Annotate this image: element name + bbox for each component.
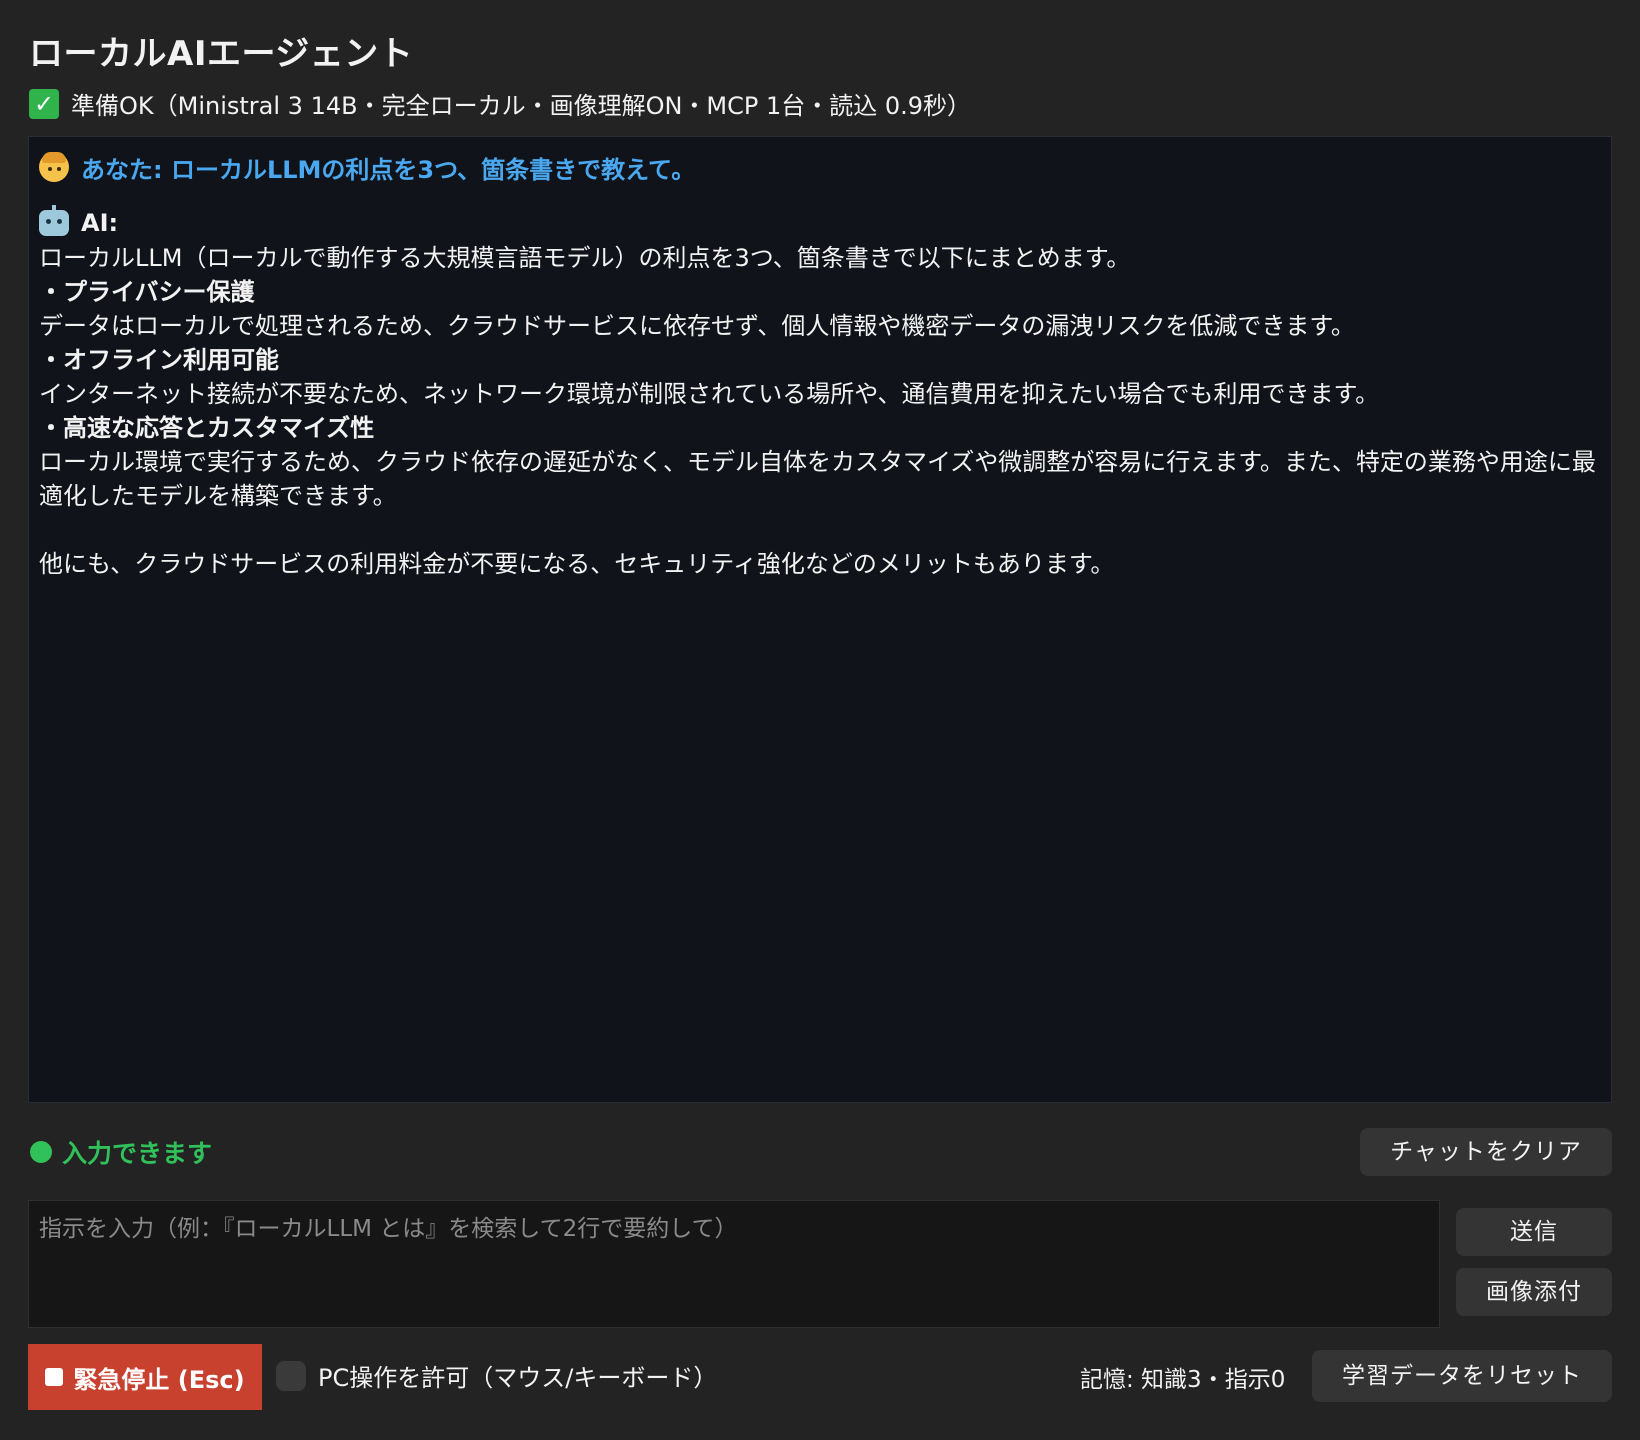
ai-point-heading: ・高速な応答とカスタマイズ性 xyxy=(39,414,375,442)
ai-speaker-label: AI: xyxy=(81,209,119,237)
ai-point-body: データはローカルで処理されるため、クラウドサービスに依存せず、個人情報や機密デー… xyxy=(39,312,1355,340)
user-message: あなた: ローカルLLMの利点を3つ、箇条書きで教えて。 xyxy=(39,147,1599,187)
pc-control-checkbox[interactable] xyxy=(276,1360,306,1391)
status-line: ✓ 準備OK（Ministral 3 14B・完全ローカル・画像理解ON・MCP… xyxy=(29,86,971,121)
ai-intro: ローカルLLM（ローカルで動作する大規模言語モデル）の利点を3つ、箇条書きで以下… xyxy=(39,244,1131,272)
send-button[interactable]: 送信 xyxy=(1456,1208,1612,1256)
check-icon: ✓ xyxy=(29,88,59,119)
reset-learning-button[interactable]: 学習データをリセット xyxy=(1312,1350,1612,1402)
pc-control-toggle[interactable]: PC操作を許可（マウス/キーボード） xyxy=(276,1358,717,1393)
robot-icon xyxy=(39,205,69,236)
app-title: ローカルAIエージェント xyxy=(29,34,414,74)
pc-control-label: PC操作を許可（マウス/キーボード） xyxy=(318,1364,718,1392)
memory-stats: 記憶: 知識3・指示0 xyxy=(1080,1367,1286,1393)
emergency-stop-label: 緊急停止 (Esc) xyxy=(73,1365,245,1394)
ready-indicator: 入力できます xyxy=(30,1134,212,1170)
stop-icon xyxy=(45,1368,64,1386)
ai-message-header: AI: xyxy=(39,205,1599,241)
status-dot-icon xyxy=(30,1141,52,1163)
ai-point-body: インターネット接続が不要なため、ネットワーク環境が制限されている場所や、通信費用… xyxy=(39,380,1380,408)
emergency-stop-button[interactable]: 緊急停止 (Esc) xyxy=(28,1344,262,1410)
ai-point-heading: ・プライバシー保護 xyxy=(39,278,255,306)
instruction-input[interactable] xyxy=(28,1200,1440,1328)
chat-log[interactable]: あなた: ローカルLLMの利点を3つ、箇条書きで教えて。 AI: ローカルLLM… xyxy=(28,136,1612,1103)
user-message-text: あなた: ローカルLLMの利点を3つ、箇条書きで教えて。 xyxy=(81,155,696,184)
ai-point-heading: ・オフライン利用可能 xyxy=(39,346,279,374)
clear-chat-button[interactable]: チャットをクリア xyxy=(1360,1128,1612,1176)
person-icon xyxy=(39,152,69,182)
status-text: 準備OK（Ministral 3 14B・完全ローカル・画像理解ON・MCP 1… xyxy=(71,92,972,120)
ai-message-body: ローカルLLM（ローカルで動作する大規模言語モデル）の利点を3つ、箇条書きで以下… xyxy=(39,241,1599,581)
ready-text: 入力できます xyxy=(62,1139,213,1168)
attach-image-button[interactable]: 画像添付 xyxy=(1456,1268,1612,1316)
ai-point-body: ローカル環境で実行するため、クラウド依存の遅延がなく、モデル自体をカスタマイズや… xyxy=(39,448,1596,510)
ai-closing: 他にも、クラウドサービスの利用料金が不要になる、セキュリティ強化などのメリットも… xyxy=(39,550,1115,578)
